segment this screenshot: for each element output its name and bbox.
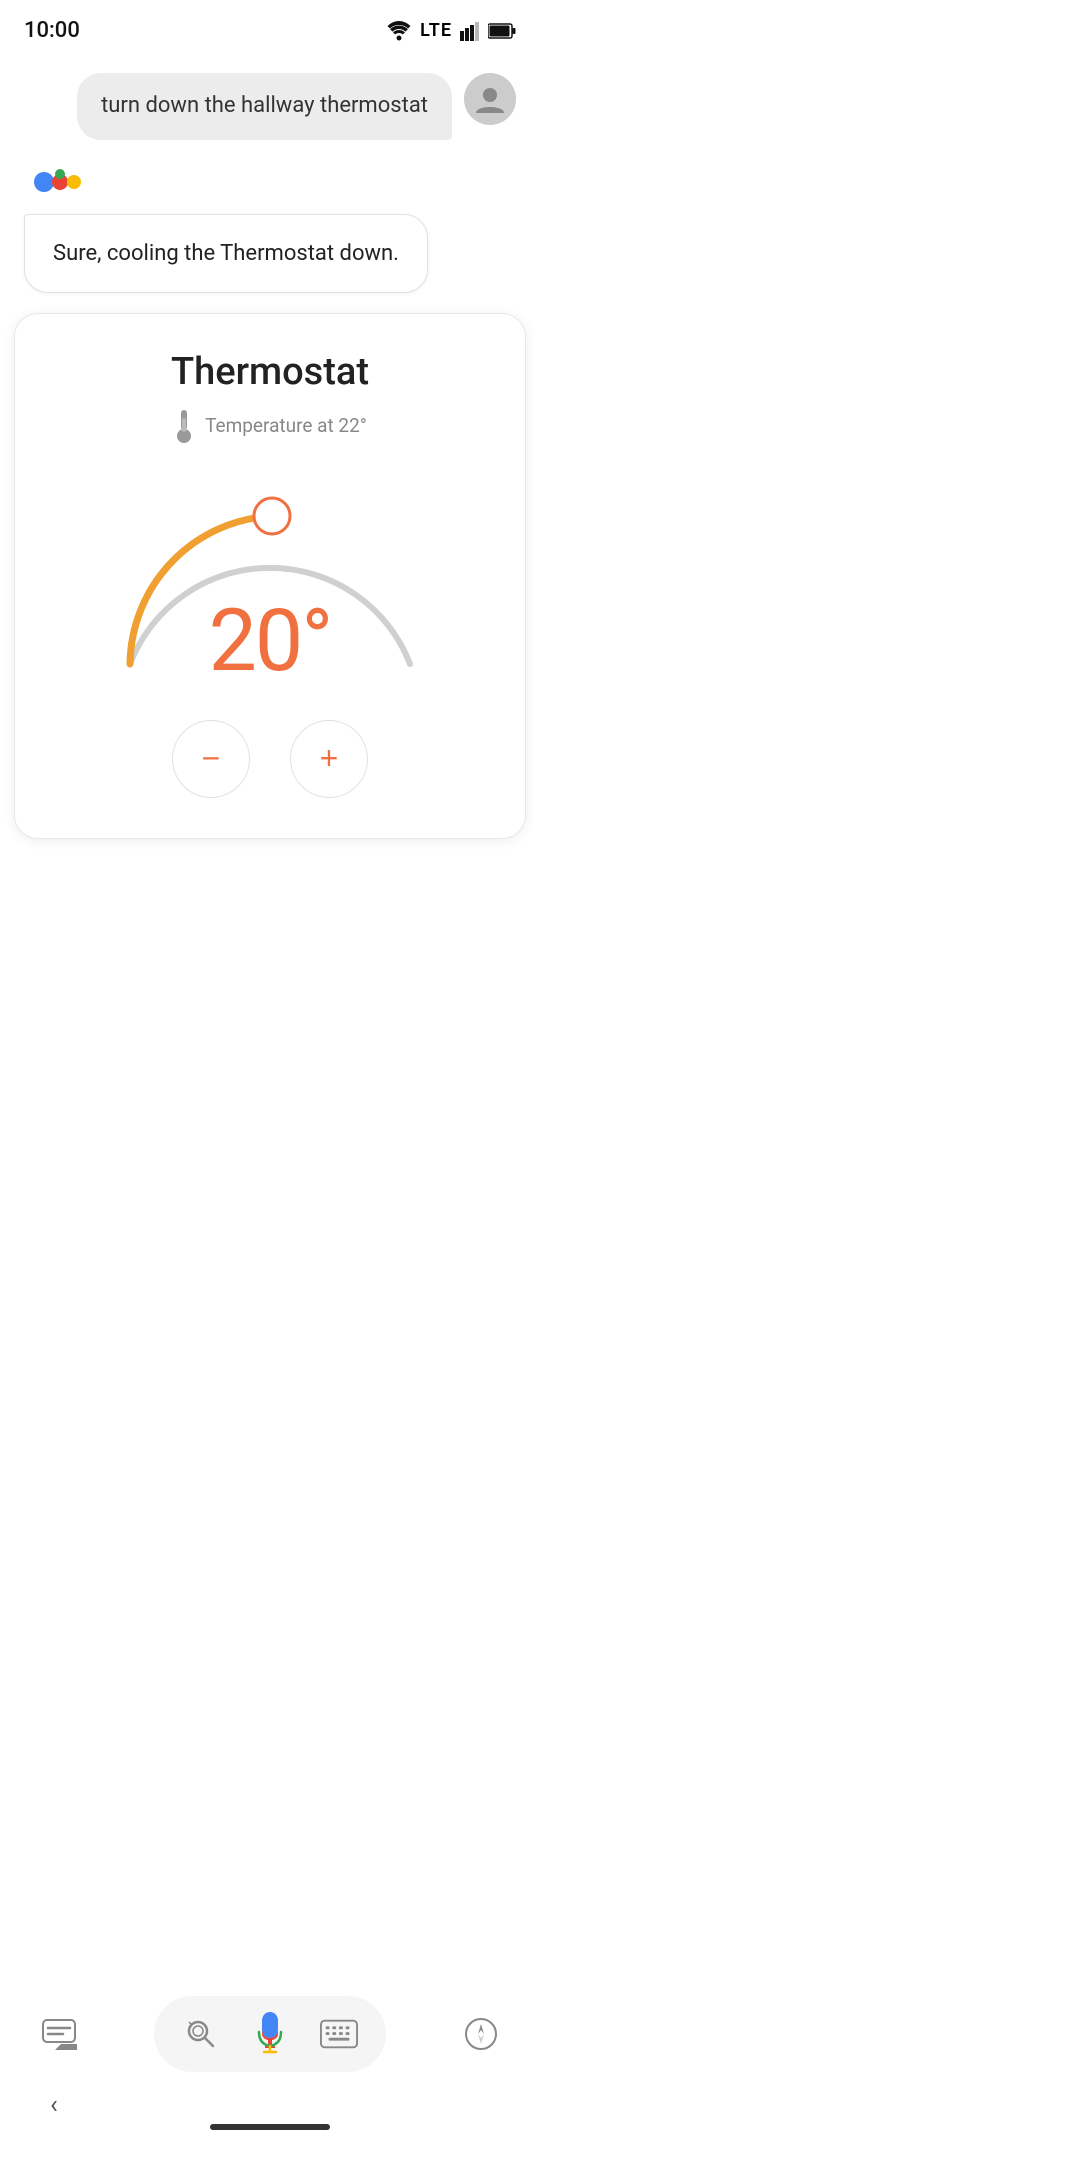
increase-temp-button[interactable]: +	[290, 720, 368, 798]
battery-icon	[488, 23, 516, 39]
keyboard-button[interactable]	[320, 2015, 358, 2053]
thermostat-title: Thermostat	[171, 350, 369, 394]
thermostat-card: Thermostat Temperature at 22° 20° − +	[14, 313, 526, 839]
assistant-bubble: Sure, cooling the Thermostat down.	[24, 214, 428, 293]
mic-icon	[252, 2010, 288, 2058]
assistant-tray-icon	[41, 2018, 77, 2050]
status-time: 10:00	[24, 18, 80, 43]
decrease-temp-button[interactable]: −	[172, 720, 250, 798]
lens-button[interactable]	[182, 2015, 220, 2053]
wifi-icon	[386, 21, 412, 41]
status-bar: 10:00 LTE	[0, 0, 540, 53]
home-indicator[interactable]	[210, 2124, 330, 2130]
thermostat-temp-label: Temperature at 22°	[173, 408, 367, 444]
lens-icon	[183, 2016, 219, 2052]
user-bubble: turn down the hallway thermostat	[77, 73, 452, 140]
compass-icon	[463, 2016, 499, 2052]
toolbar-pill	[154, 1996, 386, 2072]
signal-icon	[460, 21, 480, 41]
keyboard-icon	[320, 2019, 358, 2049]
assistant-message-row: Sure, cooling the Thermostat down.	[24, 160, 516, 293]
temp-display: 20°	[209, 598, 332, 684]
user-avatar	[464, 73, 516, 125]
compass-button[interactable]	[462, 2015, 500, 2053]
google-assistant-dots	[28, 160, 92, 204]
bottom-area: ‹	[0, 1980, 540, 2160]
user-message-row: turn down the hallway thermostat	[24, 73, 516, 140]
nav-bar: ‹	[0, 2090, 540, 2130]
thermometer-icon	[173, 408, 195, 444]
google-logo	[28, 160, 92, 204]
lte-label: LTE	[420, 20, 452, 41]
chat-area: turn down the hallway thermostat Sure, c…	[0, 53, 540, 313]
thermostat-controls: − +	[172, 720, 368, 798]
mic-button[interactable]	[244, 2008, 296, 2060]
dial-container: 20°	[100, 464, 440, 684]
temp-label-text: Temperature at 22°	[205, 414, 367, 437]
assistant-tray-button[interactable]	[40, 2015, 78, 2053]
status-icons: LTE	[386, 20, 516, 41]
user-avatar-icon	[474, 83, 506, 115]
toolbar-row	[0, 1996, 540, 2072]
